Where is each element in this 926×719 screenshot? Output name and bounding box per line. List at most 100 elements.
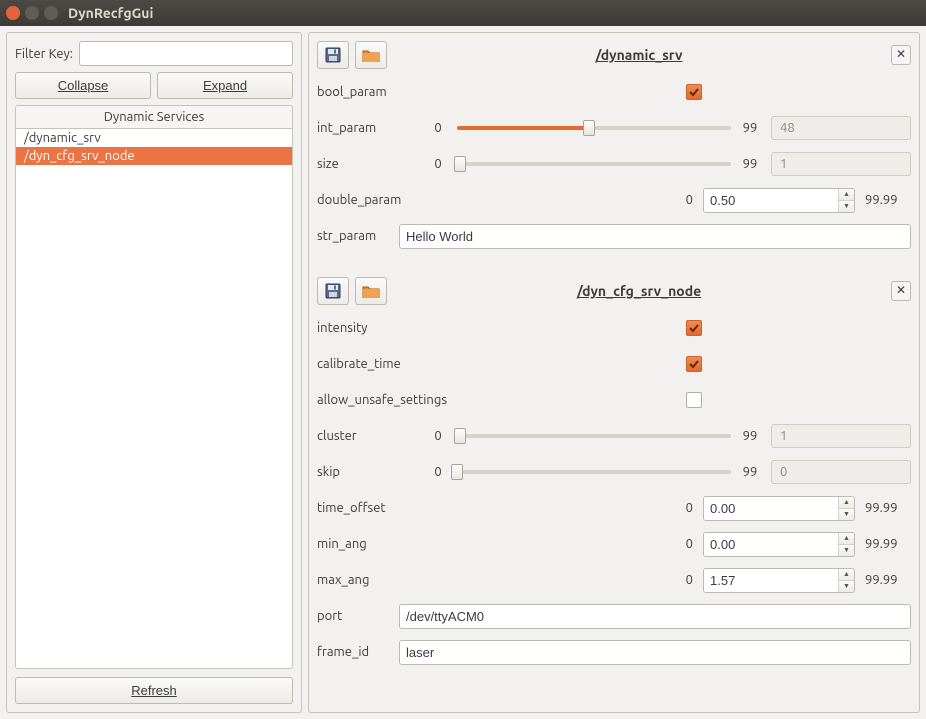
param-row: port	[317, 603, 911, 629]
param-row: double_param 0 ▲▼ 99.99	[317, 187, 911, 213]
save-icon-button[interactable]	[317, 277, 349, 305]
window-maximize-button[interactable]	[44, 6, 58, 20]
param-checkbox[interactable]	[686, 320, 702, 336]
section-title: /dyn_cfg_srv_node	[393, 283, 885, 299]
section-title: /dynamic_srv	[393, 47, 885, 63]
spin-down[interactable]: ▼	[839, 581, 854, 592]
window-title: DynRecfgGui	[68, 5, 153, 21]
services-list[interactable]: /dynamic_srv/dyn_cfg_srv_node	[15, 128, 293, 669]
param-row: time_offset 0 ▲▼ 99.99	[317, 495, 911, 521]
param-row: allow_unsafe_settings	[317, 387, 911, 413]
spin-down[interactable]: ▼	[839, 201, 854, 212]
double-min: 0	[673, 537, 693, 551]
slider-max: 99	[739, 121, 761, 135]
spin-up[interactable]: ▲	[839, 497, 854, 509]
expand-button[interactable]: Expand	[157, 72, 293, 99]
spinbox-input[interactable]	[704, 533, 838, 556]
param-label: calibrate_time	[317, 357, 467, 371]
param-label: cluster	[317, 429, 417, 443]
param-label: bool_param	[317, 85, 467, 99]
section-close-button[interactable]: ✕	[891, 45, 911, 65]
spinbox-input[interactable]	[704, 569, 838, 592]
titlebar: DynRecfgGui	[0, 0, 926, 26]
spinbox-input[interactable]	[704, 497, 838, 520]
slider-max: 99	[739, 429, 761, 443]
param-text-input[interactable]	[399, 604, 911, 629]
param-spinbox[interactable]: ▲▼	[703, 532, 855, 557]
section-close-button[interactable]: ✕	[891, 281, 911, 301]
collapse-button[interactable]: Collapse	[15, 72, 151, 99]
double-max: 99.99	[865, 573, 911, 587]
param-value-readonly: 48	[771, 116, 911, 140]
window-close-button[interactable]	[6, 6, 20, 20]
param-row: max_ang 0 ▲▼ 99.99	[317, 567, 911, 593]
param-label: frame_id	[317, 645, 389, 659]
param-row: int_param09948	[317, 115, 911, 141]
param-row: skip0990	[317, 459, 911, 485]
param-row: size 0 99 1	[317, 151, 911, 177]
save-icon-button[interactable]	[317, 41, 349, 69]
param-label: allow_unsafe_settings	[317, 393, 467, 407]
config-section: /dyn_cfg_srv_node ✕ intensity calibrate_tim…	[317, 277, 911, 675]
param-spinbox[interactable]: ▲▼	[703, 568, 855, 593]
double-min: 0	[673, 501, 693, 515]
param-row: calibrate_time	[317, 351, 911, 377]
param-label: str_param	[317, 229, 389, 243]
config-section: /dynamic_srv ✕ bool_param int_param 0 99 48 siz…	[317, 41, 911, 259]
slider-min: 0	[427, 465, 449, 479]
param-label: double_param	[317, 193, 467, 207]
spin-up[interactable]: ▲	[839, 533, 854, 545]
slider-max: 99	[739, 157, 761, 171]
slider-min: 0	[427, 157, 449, 171]
spin-up[interactable]: ▲	[839, 189, 854, 201]
param-row: cluster 0 99 1	[317, 423, 911, 449]
open-folder-icon-button[interactable]	[355, 277, 387, 305]
services-list-header: Dynamic Services	[15, 105, 293, 128]
param-value-readonly: 1	[771, 424, 911, 448]
open-folder-icon-button[interactable]	[355, 41, 387, 69]
param-checkbox[interactable]	[686, 392, 702, 408]
param-row: frame_id	[317, 639, 911, 665]
window-minimize-button[interactable]	[25, 6, 39, 20]
spin-down[interactable]: ▼	[839, 509, 854, 520]
double-max: 99.99	[865, 537, 911, 551]
left-panel: Filter Key: Collapse Expand Dynamic Serv…	[6, 32, 302, 713]
param-spinbox[interactable]: ▲▼	[703, 188, 855, 213]
double-min: 0	[673, 193, 693, 207]
param-checkbox[interactable]	[686, 84, 702, 100]
refresh-button[interactable]: Refresh	[15, 677, 293, 704]
filter-key-label: Filter Key:	[15, 47, 73, 61]
param-value-readonly: 1	[771, 152, 911, 176]
spin-down[interactable]: ▼	[839, 545, 854, 556]
param-label: max_ang	[317, 573, 467, 587]
param-label: time_offset	[317, 501, 467, 515]
param-label: min_ang	[317, 537, 467, 551]
param-row: min_ang 0 ▲▼ 99.99	[317, 531, 911, 557]
param-label: int_param	[317, 121, 417, 135]
param-row: bool_param	[317, 79, 911, 105]
param-spinbox[interactable]: ▲▼	[703, 496, 855, 521]
param-slider[interactable]	[457, 463, 731, 481]
param-text-input[interactable]	[399, 640, 911, 665]
spin-up[interactable]: ▲	[839, 569, 854, 581]
param-row: str_param	[317, 223, 911, 249]
spinbox-input[interactable]	[704, 189, 838, 212]
param-value-readonly: 0	[771, 460, 911, 484]
param-slider[interactable]	[457, 119, 731, 137]
param-label: port	[317, 609, 389, 623]
double-min: 0	[673, 573, 693, 587]
param-text-input[interactable]	[399, 224, 911, 249]
param-label: size	[317, 157, 417, 171]
list-item[interactable]: /dynamic_srv	[16, 129, 292, 147]
param-slider[interactable]	[457, 155, 731, 173]
list-item[interactable]: /dyn_cfg_srv_node	[16, 147, 292, 165]
param-checkbox[interactable]	[686, 356, 702, 372]
double-max: 99.99	[865, 501, 911, 515]
double-max: 99.99	[865, 193, 911, 207]
param-row: intensity	[317, 315, 911, 341]
param-slider[interactable]	[457, 427, 731, 445]
param-label: intensity	[317, 321, 467, 335]
slider-max: 99	[739, 465, 761, 479]
slider-min: 0	[427, 429, 449, 443]
filter-key-input[interactable]	[79, 41, 293, 66]
